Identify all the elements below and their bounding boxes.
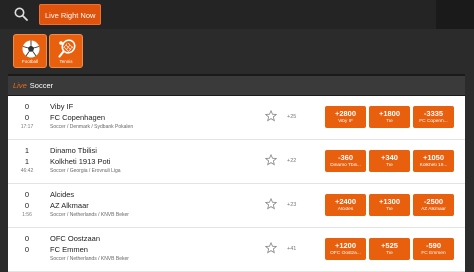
odds-value: -2500 bbox=[423, 197, 444, 206]
home-score: 1 bbox=[24, 146, 30, 155]
odds-button-home[interactable]: +1200 OFC Oostza... bbox=[325, 238, 366, 260]
odds-value: +1300 bbox=[378, 197, 401, 206]
favorite-star-icon[interactable] bbox=[265, 154, 277, 166]
odds-value: +2800 bbox=[334, 109, 357, 118]
odds-selection: Tie bbox=[386, 163, 393, 168]
odds-selection: Tie bbox=[386, 251, 393, 256]
match-breadcrumb: Soccer / Denmark / Sydbank Pokalen bbox=[50, 124, 134, 130]
match-time: 17:17 bbox=[20, 124, 34, 130]
odds-button-away[interactable]: +1050 Kolkheti 19... bbox=[413, 150, 454, 172]
away-team: Kolkheti 1913 Poti bbox=[50, 157, 111, 166]
odds-value: -590 bbox=[425, 241, 441, 250]
odds-value: +1050 bbox=[422, 153, 445, 162]
home-team: Dinamo Tbilisi bbox=[50, 146, 97, 155]
away-team: FC Copenhagen bbox=[50, 113, 106, 122]
more-markets-count[interactable]: +41 bbox=[287, 246, 296, 252]
odds-selection: Kolkheti 19... bbox=[419, 163, 448, 168]
odds-value: -3335 bbox=[423, 109, 444, 118]
odds-selection: Viby IF bbox=[338, 119, 353, 124]
favorite-star-icon[interactable] bbox=[265, 198, 277, 210]
odds-value: +1200 bbox=[334, 241, 357, 250]
match-breadcrumb: Soccer / Netherlands / KNVB Beker bbox=[50, 212, 129, 218]
favorite-star-icon[interactable] bbox=[265, 242, 277, 254]
sport-tile-label: Tennis bbox=[59, 59, 73, 64]
away-score: 0 bbox=[24, 113, 30, 122]
odds-button-tie[interactable]: +525 Tie bbox=[369, 238, 410, 260]
sport-tile-football[interactable]: Football bbox=[13, 34, 47, 68]
odds-button-home[interactable]: -360 Dinamo Tbili... bbox=[325, 150, 366, 172]
left-gutter bbox=[0, 74, 8, 272]
live-right-now-button[interactable]: Live Right Now bbox=[39, 4, 102, 25]
odds-selection: Tie bbox=[386, 207, 393, 212]
odds-button-away[interactable]: -3335 FC Copenh... bbox=[413, 106, 454, 128]
away-score: 1 bbox=[24, 157, 30, 166]
match-row[interactable]: 0 0 1:56 Alcides AZ Alkmaar Soccer / Net… bbox=[8, 184, 465, 228]
right-gutter bbox=[465, 74, 474, 272]
odds-button-tie[interactable]: +1800 Tie bbox=[369, 106, 410, 128]
sport-tile-label: Football bbox=[21, 59, 38, 64]
odds-value: +525 bbox=[381, 241, 398, 250]
home-score: 0 bbox=[24, 190, 30, 199]
odds-selection: Dinamo Tbili... bbox=[330, 163, 361, 168]
more-markets-count[interactable]: +23 bbox=[287, 202, 296, 208]
more-markets-count[interactable]: +25 bbox=[287, 114, 296, 120]
odds-value: -360 bbox=[337, 153, 353, 162]
odds-button-away[interactable]: -2500 AZ Alkmaar bbox=[413, 194, 454, 216]
odds-button-away[interactable]: -590 FC Emmen bbox=[413, 238, 454, 260]
match-breadcrumb: Soccer / Netherlands / KNVB Beker bbox=[50, 256, 129, 262]
odds-button-home[interactable]: +2400 Alcides bbox=[325, 194, 366, 216]
sport-selector: Football Tennis bbox=[0, 29, 474, 74]
odds-value: +2400 bbox=[334, 197, 357, 206]
home-team: Viby IF bbox=[50, 102, 74, 111]
search-icon[interactable] bbox=[13, 6, 31, 24]
odds-value: +1800 bbox=[378, 109, 401, 118]
section-header: Live Soccer bbox=[8, 76, 465, 95]
odds-selection: AZ Alkmaar bbox=[421, 207, 446, 212]
favorite-star-icon[interactable] bbox=[265, 110, 277, 122]
home-score: 0 bbox=[24, 234, 30, 243]
odds-selection: FC Copenh... bbox=[419, 119, 448, 124]
odds-button-tie[interactable]: +340 Tie bbox=[369, 150, 410, 172]
away-team: FC Emmen bbox=[50, 245, 88, 254]
odds-selection: Alcides bbox=[337, 207, 354, 212]
match-breadcrumb: Soccer / Georgia / Erovnuli Liga bbox=[50, 168, 121, 174]
soccer-ball-icon bbox=[22, 40, 40, 58]
odds-selection: FC Emmen bbox=[421, 251, 446, 256]
home-team: Alcides bbox=[50, 190, 75, 199]
home-score: 0 bbox=[24, 102, 30, 111]
live-tag: Live bbox=[13, 81, 27, 90]
away-score: 0 bbox=[24, 201, 30, 210]
more-markets-count[interactable]: +22 bbox=[287, 158, 296, 164]
odds-button-tie[interactable]: +1300 Tie bbox=[369, 194, 410, 216]
section-title: Soccer bbox=[29, 81, 54, 90]
match-row[interactable]: 1 1 46:42 Dinamo Tbilisi Kolkheti 1913 P… bbox=[8, 140, 465, 184]
match-row[interactable]: 0 0 OFC Oostzaan FC Emmen Soccer / Nethe… bbox=[8, 228, 465, 272]
top-bar: Live Right Now bbox=[0, 0, 474, 29]
match-time: 46:42 bbox=[20, 168, 34, 174]
match-row[interactable]: 0 0 17:17 Viby IF FC Copenhagen Soccer /… bbox=[8, 96, 465, 140]
match-list: 0 0 17:17 Viby IF FC Copenhagen Soccer /… bbox=[8, 96, 465, 272]
sport-tile-tennis[interactable]: Tennis bbox=[49, 34, 83, 68]
away-team: AZ Alkmaar bbox=[50, 201, 89, 210]
odds-button-home[interactable]: +2800 Viby IF bbox=[325, 106, 366, 128]
odds-selection: OFC Oostza... bbox=[330, 251, 361, 256]
tennis-racket-icon bbox=[58, 39, 76, 58]
match-time: 1:56 bbox=[22, 212, 32, 218]
topbar-right-area bbox=[436, 0, 474, 29]
away-score: 0 bbox=[24, 245, 30, 254]
odds-selection: Tie bbox=[386, 119, 393, 124]
odds-value: +340 bbox=[381, 153, 398, 162]
home-team: OFC Oostzaan bbox=[50, 234, 101, 243]
